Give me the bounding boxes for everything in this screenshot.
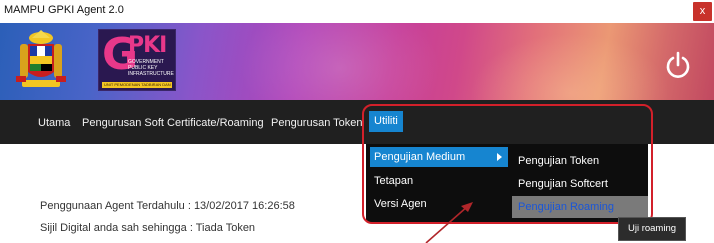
annotation-arrow-icon — [425, 202, 473, 243]
logo-subtitle: GOVERNMENT PUBLIC KEY INFRASTRUCTURE — [128, 59, 174, 77]
menu-pengurusan-token[interactable]: Pengurusan Token — [271, 117, 363, 129]
title-bar: MAMPU GPKI Agent 2.0 x — [0, 0, 714, 23]
last-use-value: 13/02/2017 16:26:58 — [193, 200, 295, 212]
annotation-highlight-box — [362, 104, 653, 224]
last-use-row: Penggunaan Agent Terdahulu : 13/02/2017 … — [40, 200, 295, 212]
valid-until-label: Sijil Digital anda sah sehingga : — [40, 222, 193, 234]
power-icon[interactable] — [664, 51, 692, 79]
close-button[interactable]: x — [693, 2, 712, 21]
gpki-logo: G PKI GOVERNMENT PUBLIC KEY INFRASTRUCTU… — [98, 29, 178, 91]
banner-glow — [240, 23, 440, 100]
last-use-label: Penggunaan Agent Terdahulu : — [40, 200, 191, 212]
menu-utama[interactable]: Utama — [38, 117, 70, 129]
logo-letters: PKI — [128, 33, 167, 58]
banner-glow — [470, 33, 670, 100]
valid-until-value: Tiada Token — [195, 222, 256, 234]
window-title: MAMPU GPKI Agent 2.0 — [4, 4, 124, 16]
uji-roaming-button[interactable]: Uji roaming — [618, 217, 686, 241]
header-banner: G PKI GOVERNMENT PUBLIC KEY INFRASTRUCTU… — [0, 23, 714, 100]
malaysia-coat-of-arms-icon — [16, 30, 66, 87]
valid-until-row: Sijil Digital anda sah sehingga : Tiada … — [40, 222, 255, 234]
logo-footer: UNIT PEMODENAN TADBIRAN DAN PERANCANGAN … — [102, 82, 172, 88]
menu-pengurusan-soft-certificate[interactable]: Pengurusan Soft Certificate/Roaming — [82, 117, 264, 129]
